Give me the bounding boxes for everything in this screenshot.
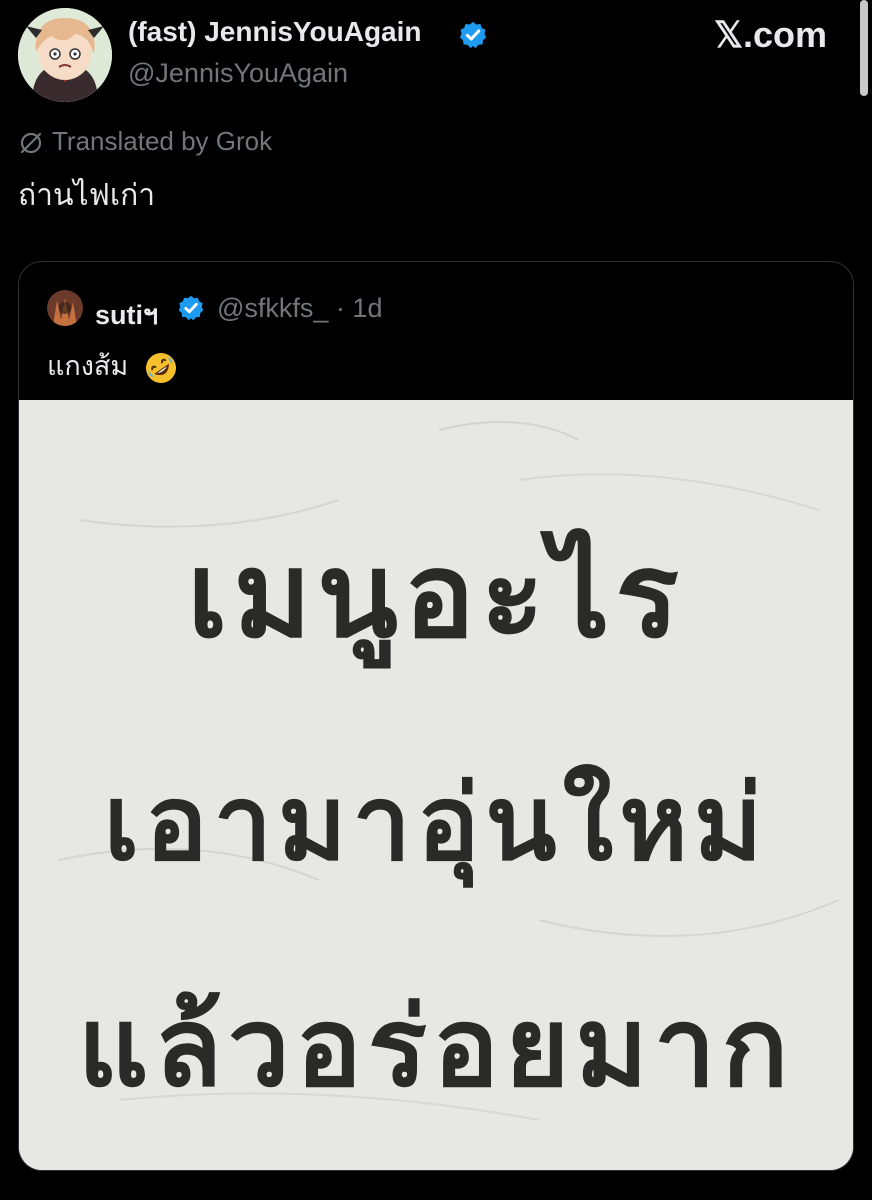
rolling-on-floor-laughing-emoji-icon	[145, 352, 176, 383]
anime-girl-avatar-icon	[18, 8, 112, 102]
quoted-verified-badge-icon	[178, 295, 204, 321]
translated-by-label: Translated by Grok	[52, 126, 273, 156]
quoted-post-text-row: แกงส้ม	[47, 344, 178, 387]
quoted-author-avatar[interactable]	[47, 290, 83, 326]
author-avatar[interactable]	[18, 8, 112, 102]
quoted-author-name[interactable]: sutiฯ	[95, 293, 158, 336]
post-header: (fast) JennisYouAgain @JennisYouAgain 𝕏.…	[0, 0, 872, 110]
x-com-brand: 𝕏.com	[714, 14, 828, 55]
quoted-post-card[interactable]: sutiฯ @sfkkfs_ · 1d แกงส้ม เมนูอะไร เอาม…	[18, 261, 854, 1171]
author-display-name[interactable]: (fast) JennisYouAgain	[128, 16, 422, 48]
quoted-post-image[interactable]: เมนูอะไร เอามาอุ่นใหม่ แล้วอร่อยมาก	[19, 400, 853, 1170]
quoted-handle-and-time[interactable]: @sfkkfs_ · 1d	[217, 293, 382, 324]
handwritten-line-1: เมนูอะไร	[187, 526, 685, 664]
quoted-post-text: แกงส้ม	[47, 351, 129, 381]
post-text: ถ่านไฟเก่า	[18, 179, 156, 212]
author-handle[interactable]: @JennisYouAgain	[128, 58, 348, 89]
handwritten-line-3: แล้วอร่อยมาก	[77, 983, 795, 1111]
handwritten-line-2: เอามาอุ่นใหม่	[103, 762, 769, 884]
verified-badge-icon	[459, 21, 487, 49]
scrollbar-thumb[interactable]	[860, 0, 868, 96]
quoted-avatar-icon	[47, 290, 83, 326]
grok-slash-circle-icon	[20, 132, 42, 154]
